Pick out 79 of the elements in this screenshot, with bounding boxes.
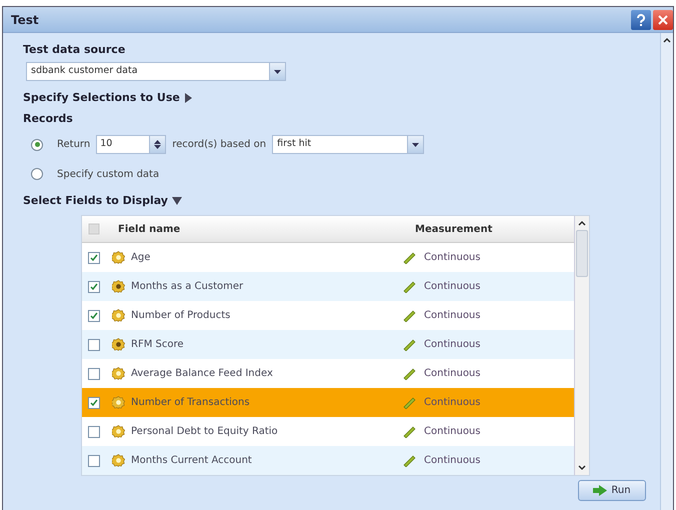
field-name: Months as a Customer <box>131 281 244 292</box>
help-icon <box>636 14 646 26</box>
check-icon <box>90 398 98 406</box>
field-name: RFM Score <box>131 339 185 350</box>
measurement-value: Continuous <box>424 252 480 263</box>
field-name: Number of Transactions <box>131 397 251 408</box>
gear-icon <box>112 425 125 438</box>
field-label: record(s) based on <box>172 139 266 150</box>
check-icon <box>90 254 98 262</box>
radio-label: Specify custom data <box>57 168 160 180</box>
ruler-icon <box>403 454 416 467</box>
ruler-icon <box>403 338 416 351</box>
scroll-up-icon[interactable] <box>663 37 671 43</box>
measurement-value: Continuous <box>424 281 480 292</box>
measurement-value: Continuous <box>424 397 480 408</box>
column-header[interactable]: Measurement <box>415 224 515 234</box>
spin-arrows-icon <box>154 140 162 149</box>
section-heading: Test data source <box>23 43 126 56</box>
check-icon <box>90 312 98 320</box>
gear-icon <box>112 454 125 467</box>
ruler-icon <box>403 367 416 380</box>
field-row[interactable]: Months as a Customer Continuous <box>82 272 574 301</box>
selections-toggle[interactable]: Specify Selections to Use <box>23 91 192 104</box>
measurement-value: Continuous <box>424 339 480 350</box>
gear-icon <box>112 251 125 264</box>
dotted-gear-icon <box>112 280 125 293</box>
radio-label: Return <box>57 139 90 150</box>
radio-button[interactable] <box>31 138 43 150</box>
field-name: Age <box>131 252 152 263</box>
scroll-down-icon[interactable] <box>578 465 586 471</box>
checkbox[interactable] <box>88 368 100 380</box>
checkbox[interactable] <box>88 338 100 350</box>
measurement-value: Continuous <box>424 426 480 437</box>
gear-icon <box>112 396 125 409</box>
window-title: Test <box>11 12 39 26</box>
page-scrollbar[interactable] <box>660 33 673 510</box>
checkbox[interactable] <box>88 252 100 264</box>
checkbox[interactable] <box>88 280 100 292</box>
expander-icon <box>172 196 182 204</box>
check-icon <box>90 282 98 290</box>
count-spinner[interactable]: 10 <box>96 135 166 154</box>
field-name: Personal Debt to Equity Ratio <box>131 426 279 437</box>
dotted-gear-icon <box>112 338 125 351</box>
gear-icon <box>112 309 125 322</box>
scroll-up-icon[interactable] <box>578 220 586 226</box>
gear-icon <box>112 367 125 380</box>
fields-toggle[interactable]: Select Fields to Display <box>23 194 182 207</box>
checkbox[interactable] <box>88 454 100 466</box>
column-header[interactable]: Field name <box>118 224 415 234</box>
checkbox[interactable] <box>88 396 100 408</box>
measurement-value: Continuous <box>424 455 480 466</box>
ruler-icon <box>403 425 416 438</box>
ruler-icon <box>403 396 416 409</box>
ruler-icon <box>403 309 416 322</box>
field-row[interactable]: Months Current Account Continuous <box>82 446 574 475</box>
radio-button[interactable] <box>31 168 43 180</box>
basis-dropdown[interactable]: first hit <box>272 135 424 154</box>
checkbox[interactable] <box>88 310 100 322</box>
checkbox[interactable] <box>88 426 100 438</box>
field-name: Number of Products <box>131 310 232 321</box>
field-row[interactable]: RFM Score Continuous <box>82 330 574 359</box>
measurement-value: Continuous <box>424 368 480 379</box>
dropdown-caret-icon <box>274 70 281 74</box>
run-button[interactable]: Run <box>578 480 646 501</box>
field-row[interactable]: Number of Transactions Continuous <box>82 388 574 417</box>
measurement-value: Continuous <box>424 310 480 321</box>
ruler-icon <box>403 280 416 293</box>
table-scrollbar[interactable] <box>574 216 589 475</box>
scroll-thumb[interactable] <box>576 230 588 277</box>
close-button[interactable] <box>653 10 673 30</box>
help-button[interactable] <box>631 10 651 30</box>
field-name: Months Current Account <box>131 455 253 466</box>
close-icon <box>658 14 668 24</box>
data-source-dropdown[interactable]: sdbank customer data <box>26 62 286 81</box>
expander-icon <box>184 92 192 102</box>
field-name: Average Balance Feed Index <box>131 368 274 379</box>
dropdown-caret-icon <box>412 142 420 146</box>
ruler-icon <box>403 251 416 264</box>
section-heading: Records <box>23 112 74 125</box>
